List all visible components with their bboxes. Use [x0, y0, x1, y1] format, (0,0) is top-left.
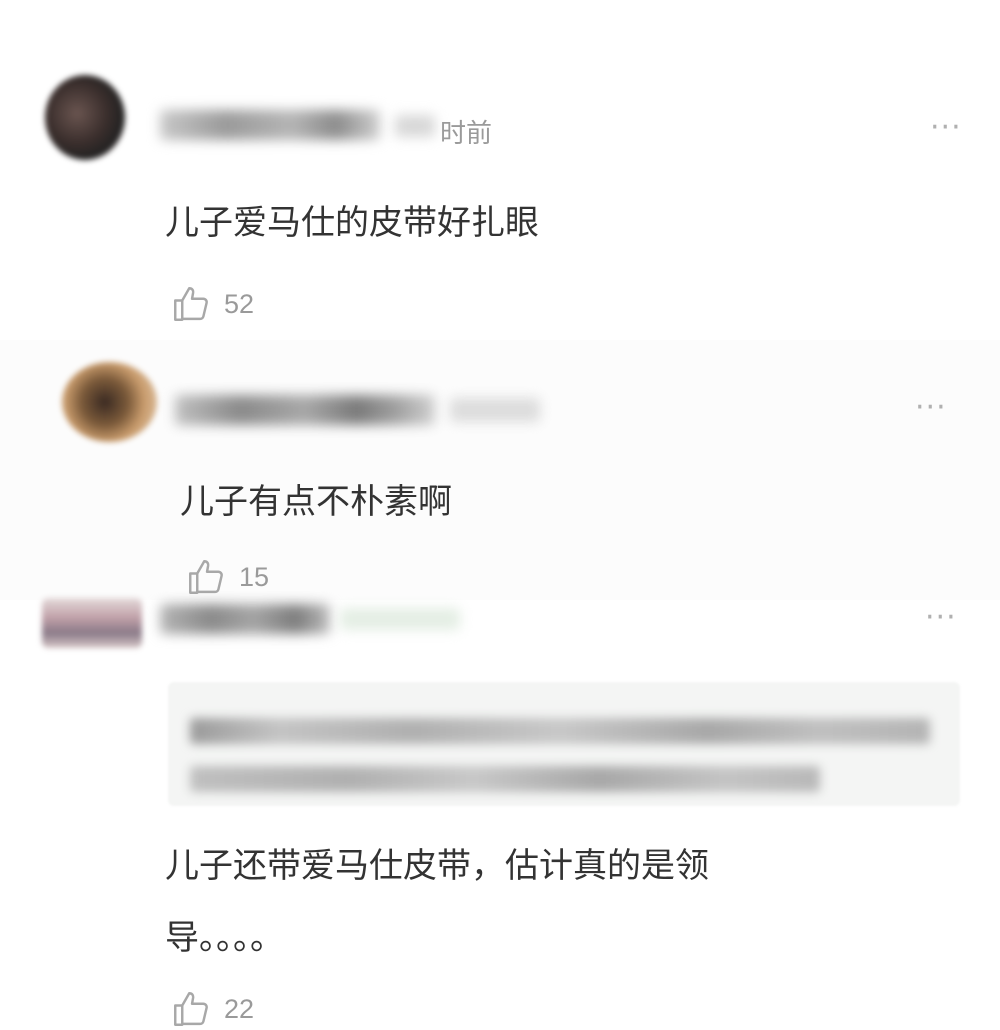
timestamp-blurred	[340, 608, 460, 630]
username-blurred[interactable]	[160, 604, 330, 634]
more-dots-icon[interactable]: ···	[915, 393, 947, 423]
avatar[interactable]	[62, 362, 157, 442]
thumbs-up-icon	[174, 992, 208, 1026]
quoted-text-blurred	[190, 766, 820, 792]
username-blurred[interactable]	[160, 110, 380, 140]
avatar[interactable]	[42, 598, 142, 648]
timestamp: 时前	[440, 119, 493, 149]
quoted-text-blurred	[190, 718, 930, 744]
like-count: 22	[224, 993, 255, 1024]
timestamp-blurred	[450, 398, 540, 422]
like-button[interactable]: 52	[170, 283, 254, 325]
like-count: 52	[224, 288, 255, 319]
thumbs-up-icon	[174, 287, 208, 321]
more-dots-icon[interactable]: ···	[925, 603, 957, 633]
comment-text: 儿子有点不朴素啊	[180, 482, 452, 522]
comment-text: 儿子爱马仕的皮带好扎眼	[165, 203, 539, 243]
comment-2: ··· 儿子有点不朴素啊 15	[0, 340, 1000, 600]
comment-text-line-1: 儿子还带爱马仕皮带，估计真的是领	[165, 846, 709, 886]
comment-1: 时前 ··· 儿子爱马仕的皮带好扎眼 52	[0, 0, 1000, 340]
like-count: 15	[239, 561, 270, 592]
username-blurred[interactable]	[175, 395, 435, 425]
time-prefix-blurred	[395, 115, 435, 137]
more-dots-icon[interactable]: ···	[930, 113, 962, 143]
like-button[interactable]: 22	[170, 988, 254, 1030]
comment-text-line-2: 导。。。。	[165, 918, 284, 958]
comment-3: ··· 儿子还带爱马仕皮带，估计真的是领 导。。。。 22	[0, 590, 1000, 1028]
avatar[interactable]	[45, 75, 125, 160]
